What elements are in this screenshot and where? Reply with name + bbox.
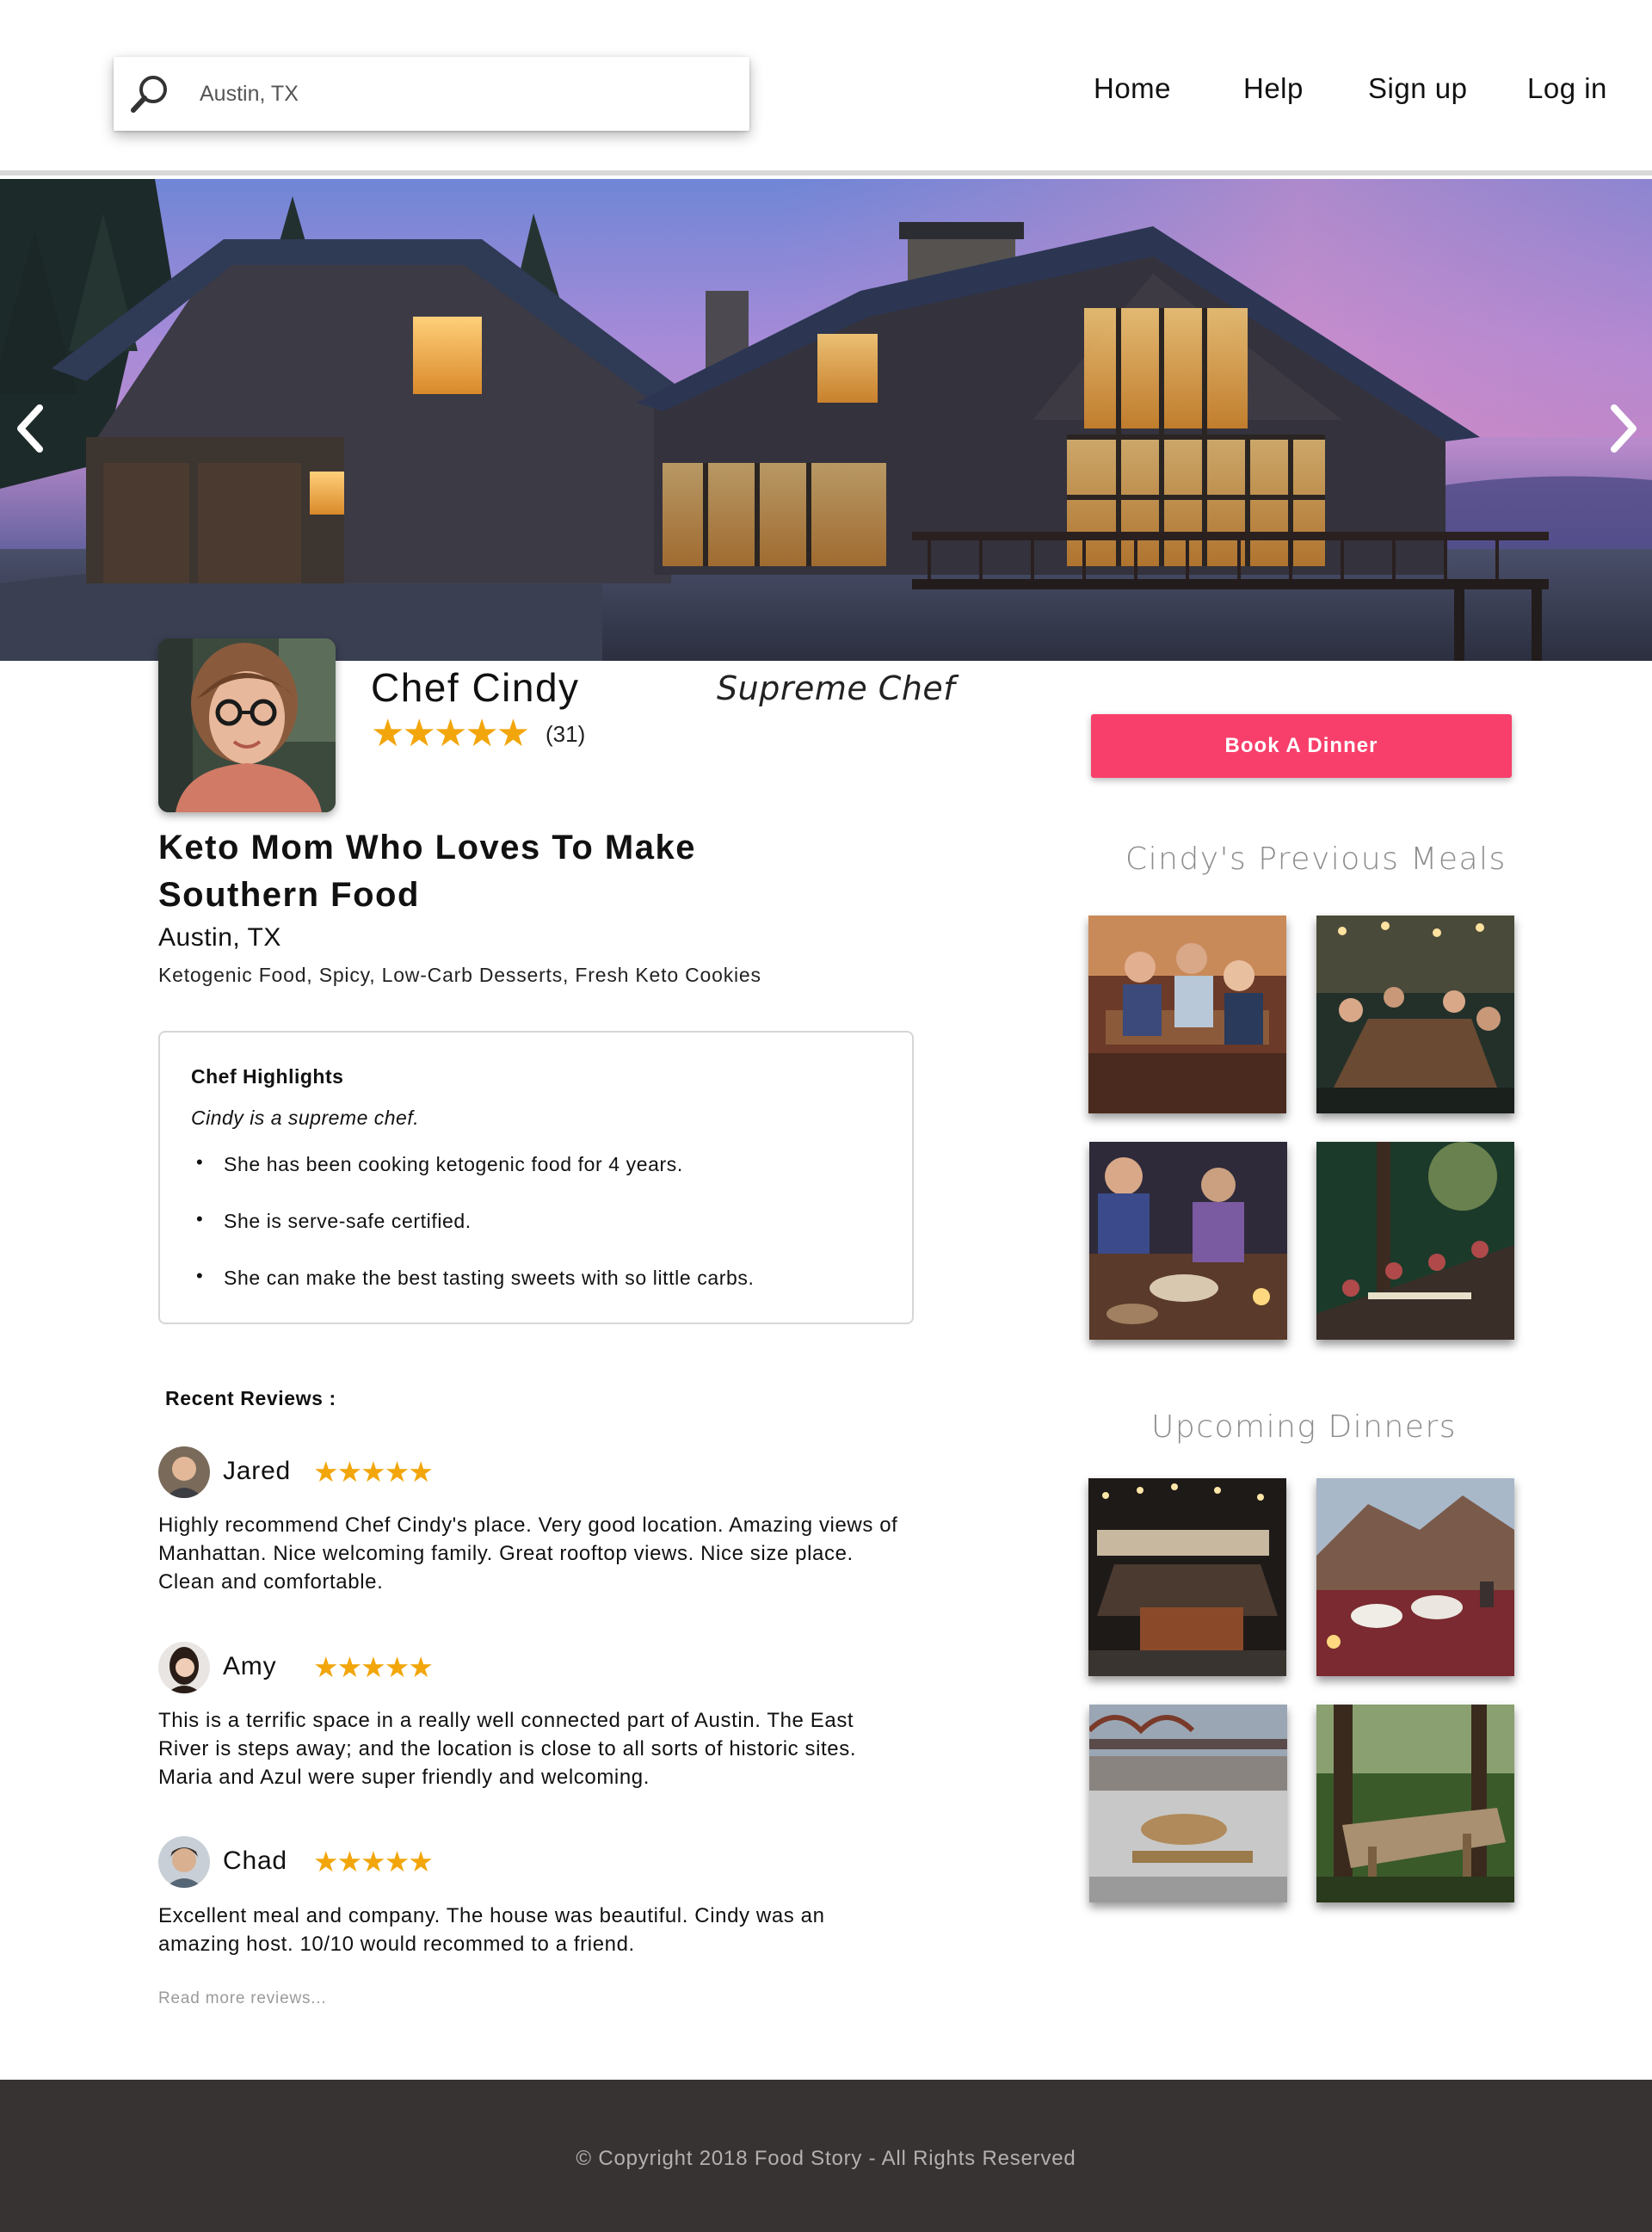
reviewer-avatar-amy [158,1642,210,1693]
bullet-icon: • [196,1208,203,1230]
book-dinner-button[interactable]: Book A Dinner [1091,714,1512,778]
chef-name: Chef Cindy [371,665,580,710]
previous-meal-photo[interactable] [1088,916,1286,1113]
highlight-item: She can make the best tasting sweets wit… [224,1267,755,1289]
chef-location: Austin, TX [158,923,281,952]
review-text: Excellent meal and company. The house wa… [158,1904,825,1956]
chef-cuisines: Ketogenic Food, Spicy, Low-Carb Desserts… [158,964,761,986]
highlights-title: Chef Highlights [191,1065,344,1088]
bullet-icon: • [196,1265,203,1286]
reviewer-name: Jared [223,1457,292,1485]
reviewer-avatar-jared [158,1446,210,1498]
chevron-left-icon[interactable] [5,394,57,463]
search-bar[interactable] [114,57,749,131]
previous-meal-photo[interactable] [1316,1142,1514,1340]
copyright-text: © Copyright 2018 Food Story - All Rights… [576,2147,1076,2170]
nav-home[interactable]: Home [1094,72,1171,105]
nav-help[interactable]: Help [1243,72,1304,105]
rating-count: (31) [546,721,586,747]
reviewer-avatar-chad [158,1836,210,1888]
chef-title: Supreme Chef [717,669,956,707]
review-text: This is a terrific space in a really wel… [158,1709,857,1789]
rating-stars: ★★★★★ [371,712,530,755]
chef-headline: Keto Mom Who Loves To Make Southern Food [158,829,696,914]
site-footer: © Copyright 2018 Food Story - All Rights… [0,2080,1652,2232]
review-text: Highly recommend Chef Cindy's place. Ver… [158,1514,898,1594]
reviewer-name: Amy [223,1652,277,1680]
highlight-item: She is serve-safe certified. [224,1210,472,1232]
read-more-reviews-link[interactable]: Read more reviews... [158,1989,327,2008]
bullet-icon: • [196,1151,203,1173]
reviews-heading: Recent Reviews : [165,1387,336,1409]
review-stars: ★★★★★ [313,1651,434,1683]
hero-carousel [0,179,1652,661]
previous-meals-title: Cindy's Previous Meals [1125,842,1507,877]
previous-meal-photo[interactable] [1089,1142,1287,1340]
review-stars: ★★★★★ [313,1846,434,1877]
highlights-subtitle: Cindy is a supreme chef. [191,1107,420,1129]
highlight-item: She has been cooking ketogenic food for … [224,1153,683,1175]
review-stars: ★★★★★ [313,1456,434,1488]
search-input[interactable] [200,72,716,115]
site-header: Home Help Sign up Log in [0,0,1652,176]
upcoming-dinner-photo[interactable] [1088,1478,1286,1676]
upcoming-dinners-title: Upcoming Dinners [1151,1409,1458,1445]
previous-meal-photo[interactable] [1316,916,1514,1113]
reviewer-name: Chad [223,1847,287,1875]
nav-sign-up[interactable]: Sign up [1368,72,1467,105]
search-icon[interactable] [126,71,174,119]
upcoming-dinner-photo[interactable] [1316,1478,1514,1676]
chef-avatar [158,638,336,812]
upcoming-dinner-photo[interactable] [1089,1705,1287,1902]
upcoming-dinner-photo[interactable] [1316,1705,1514,1902]
chevron-right-icon[interactable] [1597,394,1649,463]
hero-image-cabin [0,179,1652,661]
chef-highlights-card: Chef Highlights Cindy is a supreme chef.… [158,1031,914,1324]
nav-log-in[interactable]: Log in [1527,72,1607,105]
